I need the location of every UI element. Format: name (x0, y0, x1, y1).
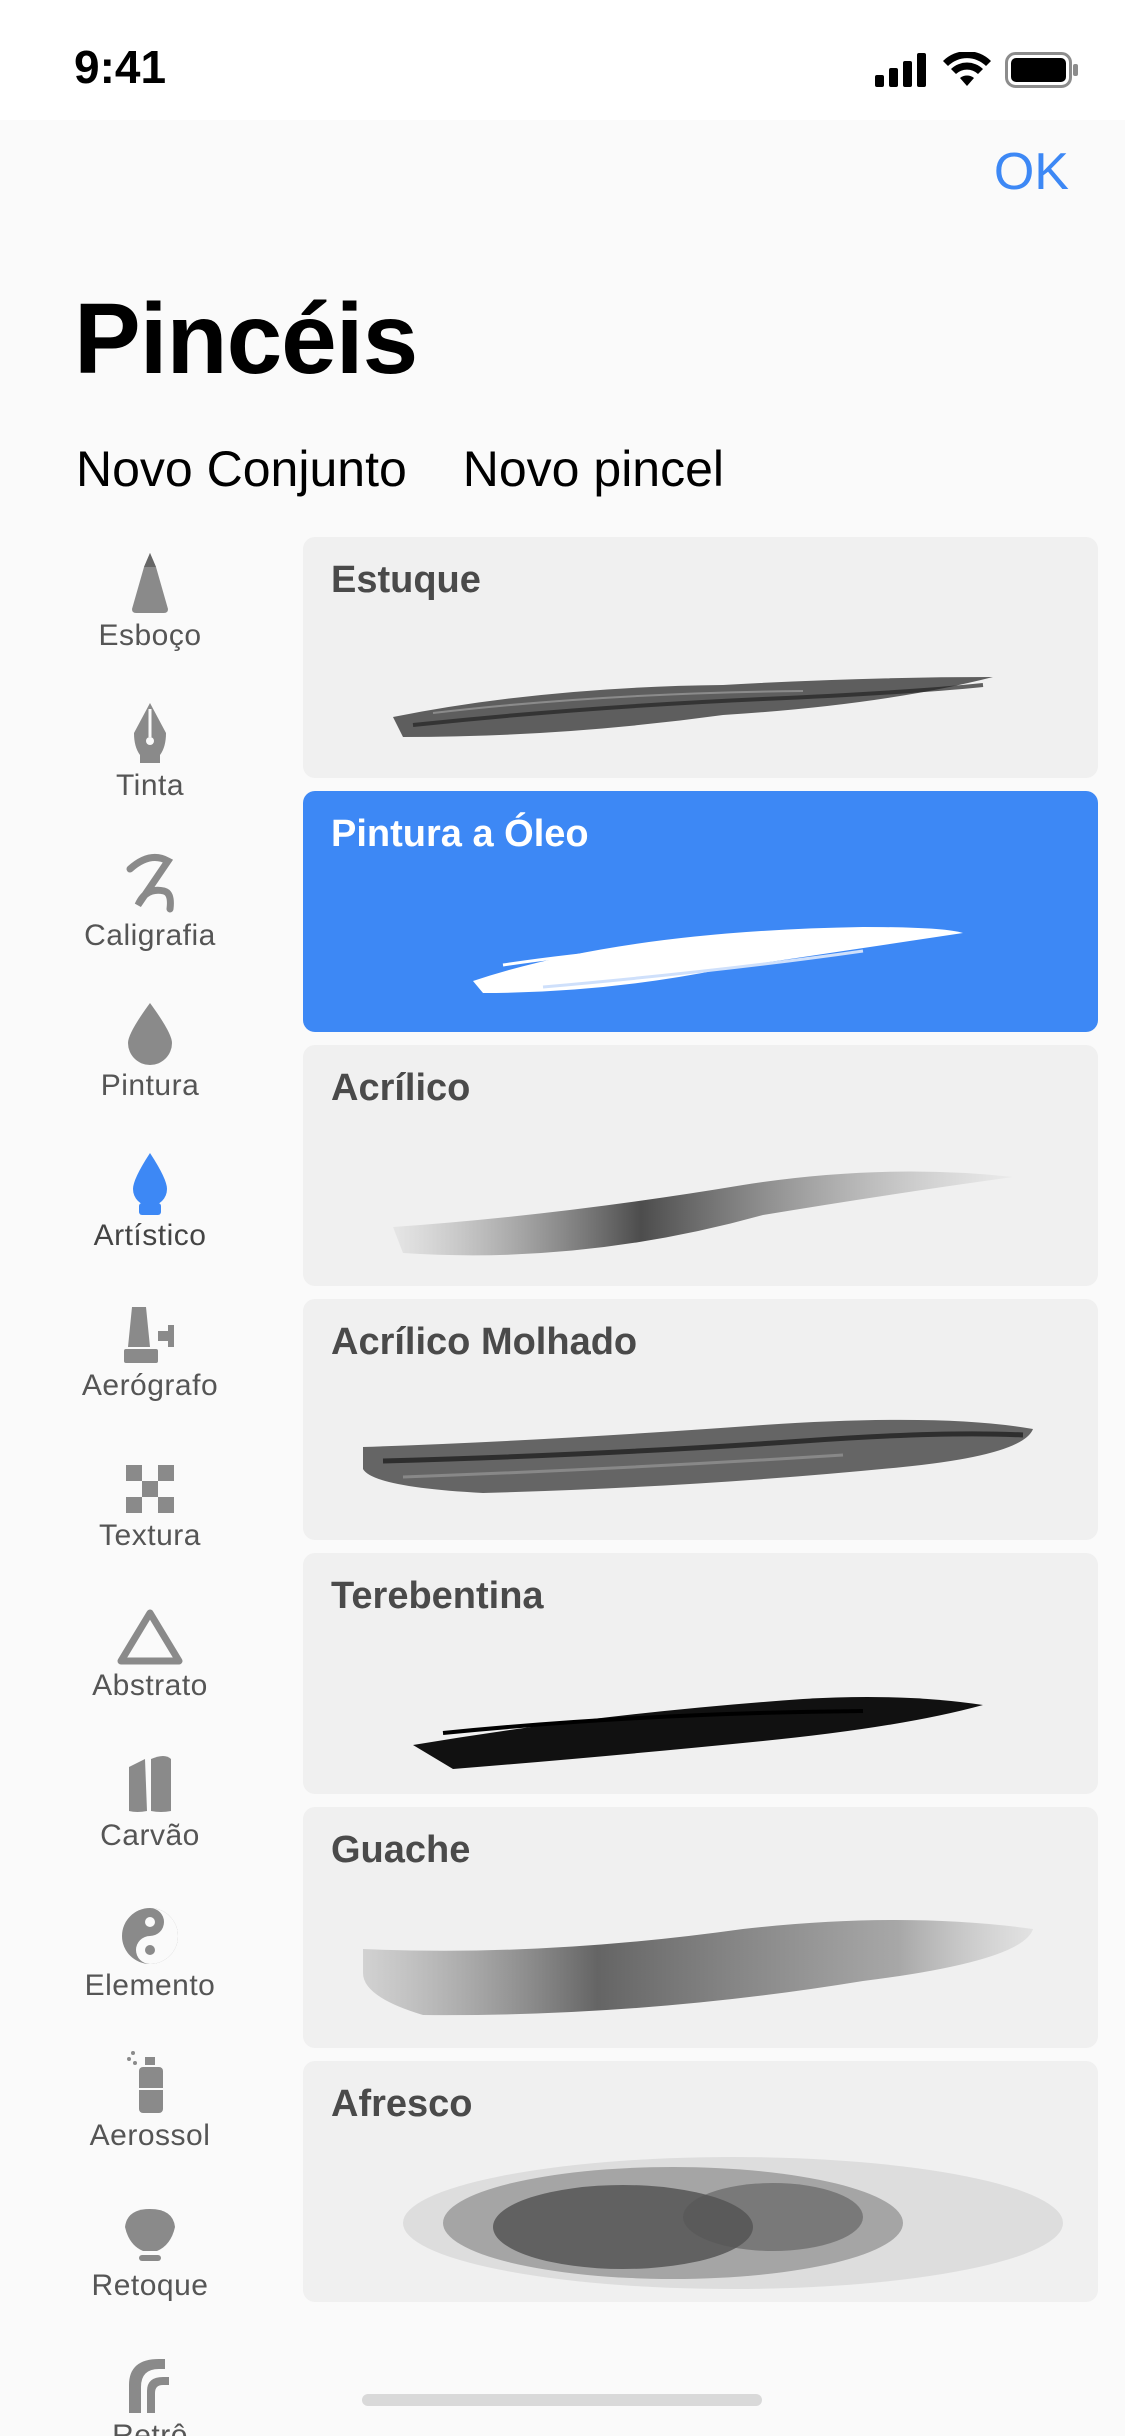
category-esboco[interactable]: Esboço (0, 535, 300, 685)
brush-name: Acrílico Molhado (331, 1321, 638, 1363)
battery-icon (1005, 52, 1078, 88)
brush-name: Guache (331, 1829, 471, 1871)
cellular-signal-icon (875, 53, 926, 87)
calligraphy-stroke-icon (115, 835, 185, 915)
pencil-tip-icon (115, 535, 185, 615)
brush-card-estuque[interactable]: Estuque (303, 537, 1098, 778)
shell-icon (115, 2185, 185, 2265)
brush-card-pintura-a-oleo[interactable]: Pintura a Óleo (303, 791, 1098, 1032)
done-button[interactable]: OK (994, 142, 1069, 202)
status-bar: 9:41 (0, 0, 1125, 120)
category-retro[interactable]: Retrô (0, 2335, 300, 2436)
category-tinta[interactable]: Tinta (0, 685, 300, 835)
category-caligrafia[interactable]: Caligrafia (0, 835, 300, 985)
category-label: Artístico (93, 1219, 207, 1252)
category-abstrato[interactable]: Abstrato (0, 1585, 300, 1735)
new-brush-button[interactable]: Novo pincel (463, 440, 724, 498)
category-pintura[interactable]: Pintura (0, 985, 300, 1135)
brush-stroke-preview (363, 1920, 1033, 2016)
category-label: Carvão (100, 1819, 200, 1852)
charcoal-icon (115, 1735, 185, 1815)
brush-card-afresco[interactable]: Afresco (303, 2061, 1098, 2302)
spray-can-icon (115, 2035, 185, 2115)
home-indicator (362, 2394, 762, 2406)
brush-card-acrilico-molhado[interactable]: Acrílico Molhado (303, 1299, 1098, 1540)
page-title: Pincéis (74, 283, 418, 395)
category-label: Retrô (112, 2419, 188, 2436)
category-label: Esboço (98, 619, 202, 652)
brush-name: Terebentina (331, 1575, 544, 1617)
brush-card-terebentina[interactable]: Terebentina (303, 1553, 1098, 1794)
brush-name: Acrílico (331, 1067, 471, 1109)
category-textura[interactable]: Textura (0, 1435, 300, 1585)
category-label: Retoque (91, 2269, 209, 2302)
brush-card-guache[interactable]: Guache (303, 1807, 1098, 2048)
brush-card-acrilico[interactable]: Acrílico (303, 1045, 1098, 1286)
category-label: Pintura (100, 1069, 200, 1102)
category-label: Elemento (84, 1969, 216, 2002)
category-carvao[interactable]: Carvão (0, 1735, 300, 1885)
airbrush-icon (115, 1285, 185, 1365)
paint-drop-icon (115, 985, 185, 1065)
status-time: 9:41 (74, 41, 167, 93)
category-artistico[interactable]: Artístico (0, 1135, 300, 1285)
brush-stroke-preview (393, 677, 993, 737)
new-set-button[interactable]: Novo Conjunto (76, 440, 407, 498)
brush-stroke-preview (393, 1171, 1013, 1256)
status-icons (875, 50, 1079, 90)
checker-texture-icon (115, 1435, 185, 1515)
category-aerografo[interactable]: Aerógrafo (0, 1285, 300, 1435)
brush-stroke-preview (403, 2157, 1063, 2289)
category-label: Aerossol (89, 2119, 211, 2152)
brush-name: Estuque (331, 559, 481, 601)
category-elemento[interactable]: Elemento (0, 1885, 300, 2035)
brush-name: Afresco (331, 2083, 473, 2125)
category-retoque[interactable]: Retoque (0, 2185, 300, 2335)
category-label: Aerógrafo (81, 1369, 219, 1402)
brush-name: Pintura a Óleo (331, 813, 589, 855)
category-label: Textura (99, 1519, 201, 1552)
brush-stroke-preview (473, 927, 963, 993)
brush-stroke-preview (413, 1697, 983, 1769)
category-aerossol[interactable]: Aerossol (0, 2035, 300, 2185)
category-label: Caligrafia (84, 919, 216, 952)
wifi-icon (943, 52, 991, 86)
artistic-drop-icon (115, 1135, 185, 1215)
retro-arch-icon (115, 2335, 185, 2415)
library-actions: Novo Conjunto Novo pincel (76, 440, 724, 498)
yin-yang-icon (115, 1885, 185, 1965)
category-label: Abstrato (92, 1669, 208, 1702)
brush-stroke-preview (363, 1419, 1033, 1493)
fountain-pen-icon (115, 685, 185, 765)
category-label: Tinta (115, 769, 185, 802)
triangle-icon (115, 1585, 185, 1665)
